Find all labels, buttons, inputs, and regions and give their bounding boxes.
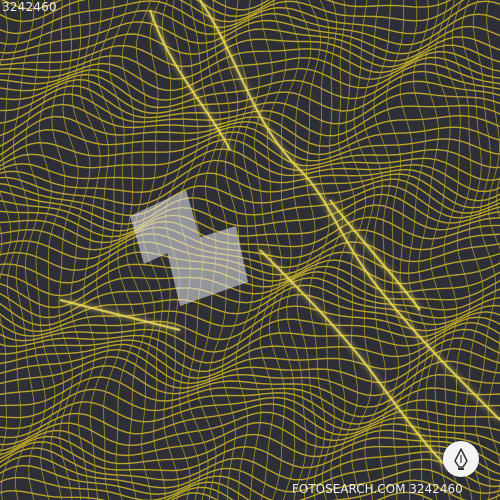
mesh-column	[0, 224, 3, 258]
image-id-label: 3242460	[2, 0, 57, 14]
mesh-column	[277, 0, 300, 500]
stock-logo-watermark-icon	[130, 190, 248, 306]
mesh-row	[0, 388, 500, 425]
mesh-row	[0, 193, 500, 232]
mesh-column	[266, 0, 287, 500]
mesh-column	[24, 0, 46, 500]
mesh-lines	[0, 0, 500, 500]
mesh-row	[0, 403, 500, 439]
mesh-column	[496, 176, 500, 220]
image-canvas: 3242460 FOTOSEARCH.COM 3242460	[0, 0, 500, 500]
mesh-row	[0, 0, 500, 35]
mesh-row	[0, 216, 500, 248]
mesh-row	[0, 441, 500, 475]
pen-nib-icon	[443, 441, 479, 477]
wireframe-mesh-landscape	[0, 0, 500, 500]
mesh-row	[0, 38, 500, 68]
mesh-column	[486, 0, 500, 500]
watermark-text: FOTOSEARCH.COM 3242460	[292, 482, 463, 496]
mesh-row	[0, 204, 500, 238]
